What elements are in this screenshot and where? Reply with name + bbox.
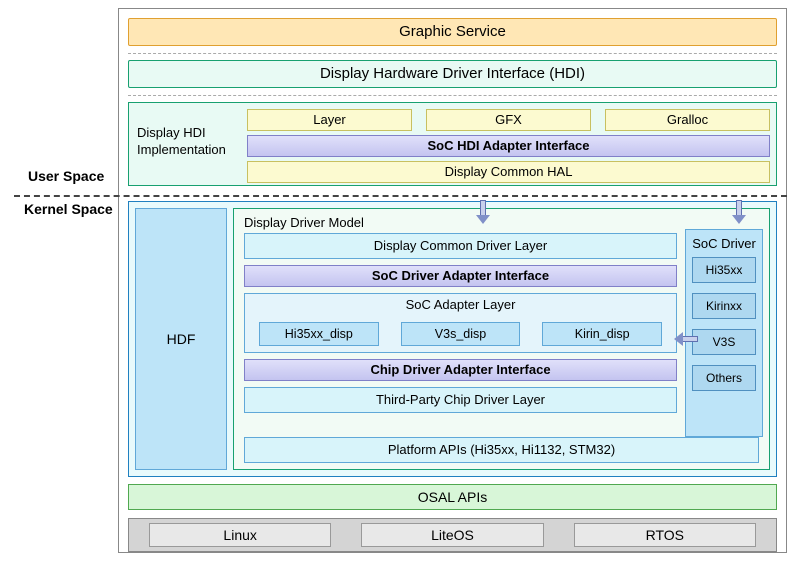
display-common-hal: Display Common HAL xyxy=(247,161,770,183)
hdf-box: HDF xyxy=(135,208,227,470)
hdi-module-layer: Layer xyxy=(247,109,412,131)
soc-chip-v3s: V3S xyxy=(692,329,756,355)
soc-chip-others: Others xyxy=(692,365,756,391)
os-liteos: LiteOS xyxy=(361,523,543,547)
arrow-down-icon xyxy=(732,200,746,224)
arrow-down-icon xyxy=(476,200,490,224)
dashed-separator xyxy=(128,53,777,54)
soc-adapter-layer-label: SoC Adapter Layer xyxy=(245,294,676,312)
hdi-module-gfx: GFX xyxy=(426,109,591,131)
soc-adapter-layer: SoC Adapter Layer Hi35xx_disp V3s_disp K… xyxy=(244,293,677,353)
kernel-space-label: Kernel Space xyxy=(24,201,113,217)
arrow-left-icon xyxy=(674,332,698,346)
space-divider xyxy=(14,195,787,197)
disp-v3s: V3s_disp xyxy=(401,322,521,346)
chip-driver-adapter-interface: Chip Driver Adapter Interface xyxy=(244,359,677,381)
hdi-implementation-box: Display HDI Implementation Layer GFX Gra… xyxy=(128,102,777,186)
text: Display HDI xyxy=(137,125,206,140)
display-common-driver-layer: Display Common Driver Layer xyxy=(244,233,677,259)
user-space-label: User Space xyxy=(28,168,104,184)
osal-apis: OSAL APIs xyxy=(128,484,777,510)
soc-hdi-adapter-interface: SoC HDI Adapter Interface xyxy=(247,135,770,157)
dashed-separator xyxy=(128,95,777,96)
model-title: Display Driver Model xyxy=(244,215,364,230)
os-row: Linux LiteOS RTOS xyxy=(128,518,777,552)
text: Implementation xyxy=(137,142,226,157)
display-hdi-box: Display Hardware Driver Interface (HDI) xyxy=(128,60,777,88)
os-linux: Linux xyxy=(149,523,331,547)
graphic-service-box: Graphic Service xyxy=(128,18,777,46)
hdi-impl-label: Display HDI Implementation xyxy=(137,125,245,159)
os-rtos: RTOS xyxy=(574,523,756,547)
third-party-chip-driver-layer: Third-Party Chip Driver Layer xyxy=(244,387,677,413)
platform-apis: Platform APIs (Hi35xx, Hi1132, STM32) xyxy=(244,437,759,463)
disp-hi35xx: Hi35xx_disp xyxy=(259,322,379,346)
soc-driver-title: SoC Driver xyxy=(692,236,756,251)
soc-chip-kirinxx: Kirinxx xyxy=(692,293,756,319)
hdi-module-gralloc: Gralloc xyxy=(605,109,770,131)
soc-chip-hi35xx: Hi35xx xyxy=(692,257,756,283)
soc-driver-adapter-interface: SoC Driver Adapter Interface xyxy=(244,265,677,287)
disp-kirin: Kirin_disp xyxy=(542,322,662,346)
